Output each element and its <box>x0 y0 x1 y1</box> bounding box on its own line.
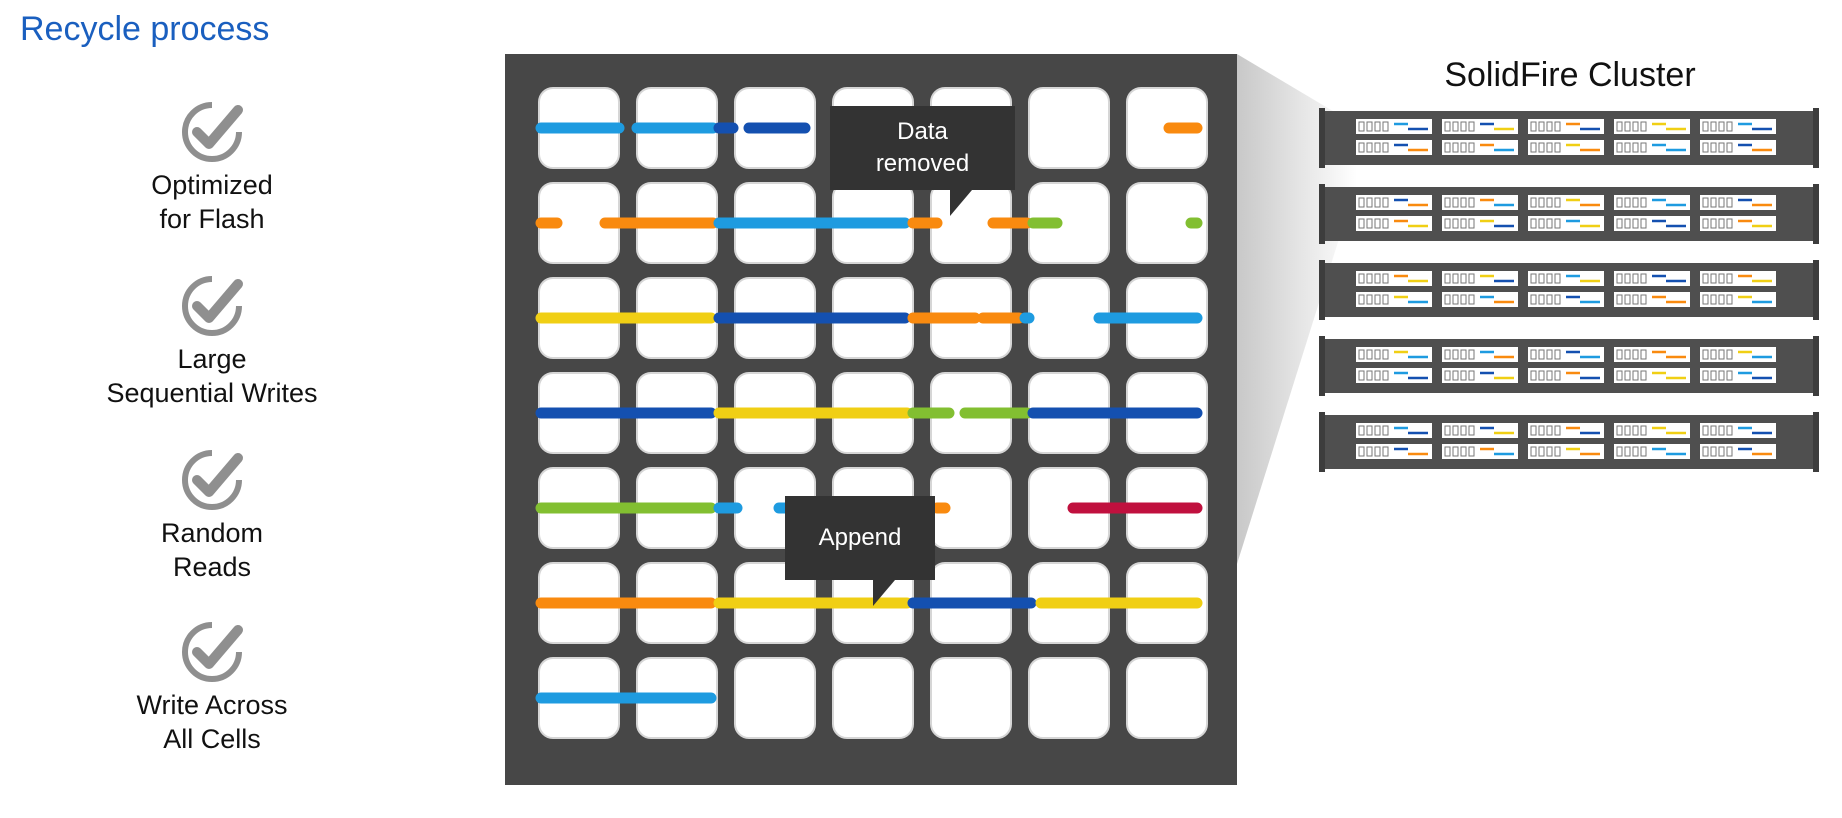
feature-label: Optimized for Flash <box>151 170 273 234</box>
drive-slot <box>1700 195 1776 210</box>
drive-slot <box>1442 292 1518 307</box>
drive-slot <box>1356 368 1432 383</box>
drive-slot <box>1700 119 1776 134</box>
drive-slot <box>1356 347 1432 362</box>
drive-slot <box>1614 140 1690 155</box>
flash-cell <box>1126 657 1208 739</box>
flash-cell <box>832 657 914 739</box>
drive-slot <box>1700 347 1776 362</box>
drive-slot <box>1700 216 1776 231</box>
drive-slot <box>1528 368 1604 383</box>
flash-cell <box>734 657 816 739</box>
drive-slot <box>1442 119 1518 134</box>
drive-slot <box>1700 292 1776 307</box>
drive-slot <box>1614 119 1690 134</box>
drive-slot <box>1442 216 1518 231</box>
check-circle-icon <box>182 450 243 510</box>
feature-label: Random Reads <box>160 518 264 582</box>
drive-slot <box>1614 423 1690 438</box>
drive-slot <box>1356 444 1432 459</box>
check-circle-icon <box>182 102 243 162</box>
drive-slot <box>1356 195 1432 210</box>
drive-slot <box>1528 119 1604 134</box>
drive-slot <box>1356 216 1432 231</box>
drive-slot <box>1442 271 1518 286</box>
feature-optimized-flash: Optimized for Flash <box>72 98 352 236</box>
page-title: Recycle process <box>20 10 270 48</box>
drive-slot <box>1442 368 1518 383</box>
drive-slot <box>1442 423 1518 438</box>
drive-slot <box>1528 444 1604 459</box>
flash-cell <box>930 657 1012 739</box>
cluster-title: SolidFire Cluster <box>1444 56 1696 94</box>
drive-slot <box>1442 140 1518 155</box>
drive-slot <box>1528 271 1604 286</box>
drive-slot <box>1700 423 1776 438</box>
flash-cell <box>1028 657 1110 739</box>
check-circle-icon <box>182 622 243 682</box>
drive-slot <box>1528 140 1604 155</box>
drive-slot <box>1614 292 1690 307</box>
drive-slot <box>1356 140 1432 155</box>
drive-slot <box>1614 216 1690 231</box>
storage-node <box>1319 412 1819 472</box>
flash-cell <box>1028 87 1110 169</box>
drive-slot <box>1356 119 1432 134</box>
drive-slot <box>1356 271 1432 286</box>
feature-sequential-writes: Large Sequential Writes <box>72 272 352 410</box>
drive-slot <box>1614 271 1690 286</box>
feature-write-across-cells: Write Across All Cells <box>72 618 352 756</box>
drive-slot <box>1700 444 1776 459</box>
storage-node <box>1319 108 1819 168</box>
drive-slot <box>1614 444 1690 459</box>
drive-slot <box>1356 292 1432 307</box>
drive-slot <box>1614 368 1690 383</box>
feature-label: Large Sequential Writes <box>106 344 318 408</box>
storage-node <box>1319 184 1819 244</box>
drive-slot <box>1528 347 1604 362</box>
drive-slot <box>1528 292 1604 307</box>
drive-slot <box>1528 423 1604 438</box>
drive-slot <box>1356 423 1432 438</box>
drive-slot <box>1700 140 1776 155</box>
storage-node <box>1319 260 1819 320</box>
drive-slot <box>1442 195 1518 210</box>
drive-slot <box>1442 444 1518 459</box>
storage-node <box>1319 336 1819 396</box>
drive-slot <box>1700 368 1776 383</box>
check-circle-icon <box>182 276 243 336</box>
drive-slot <box>1614 347 1690 362</box>
drive-slot <box>1528 216 1604 231</box>
callout-append: Append <box>785 496 935 606</box>
drive-slot <box>1528 195 1604 210</box>
drive-slot <box>1442 347 1518 362</box>
callout-data-removed: Data removed <box>830 106 1015 216</box>
drive-slot <box>1614 195 1690 210</box>
feature-random-reads: Random Reads <box>72 446 352 584</box>
feature-label: Write Across All Cells <box>136 690 288 754</box>
zoom-beam <box>1237 54 1357 564</box>
drive-slot <box>1700 271 1776 286</box>
